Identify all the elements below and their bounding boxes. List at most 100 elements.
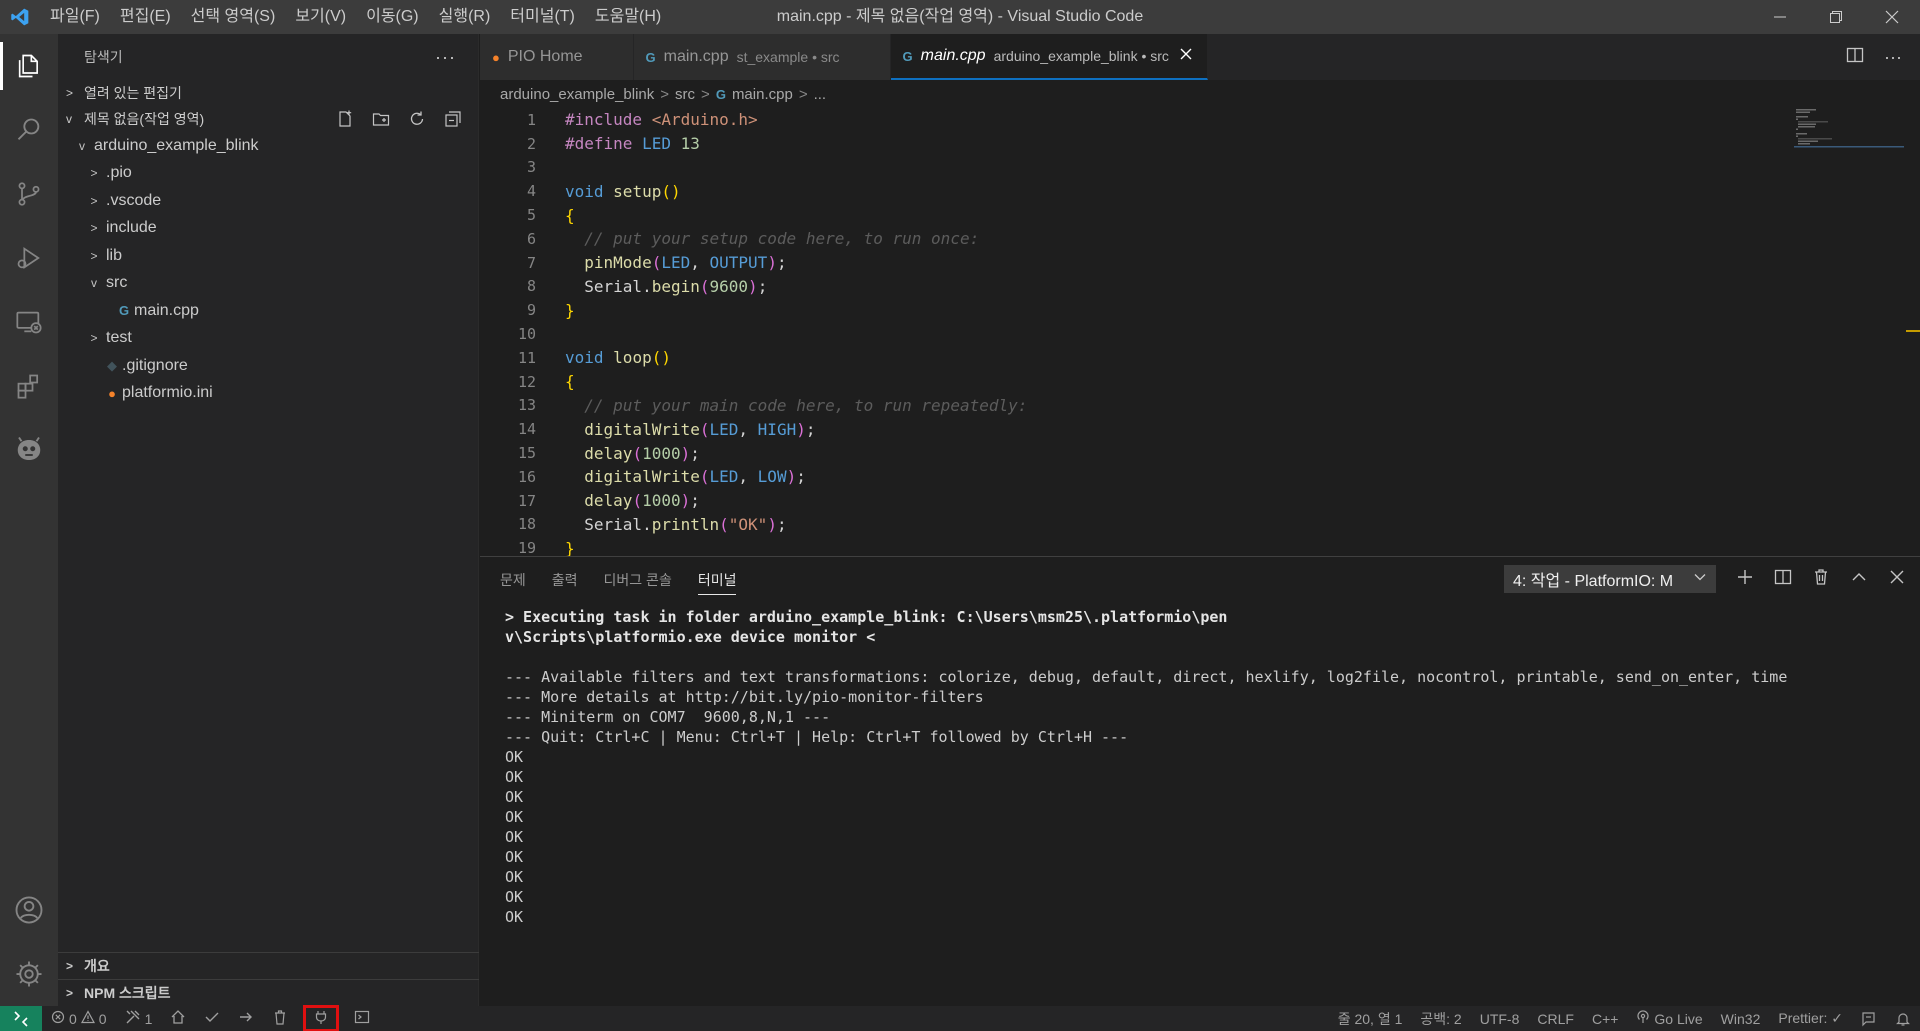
tree-item[interactable]: ● platformio.ini (58, 380, 478, 408)
panel-tab[interactable]: 출력 (552, 557, 578, 603)
manage-gear-icon[interactable] (0, 942, 58, 1006)
new-folder-icon[interactable] (370, 108, 392, 130)
cpp-file-icon: G (902, 48, 913, 64)
menu-item[interactable]: 터미널(T) (500, 0, 585, 34)
cursor-position[interactable]: 줄 20, 열 1 (1329, 1006, 1412, 1031)
pio-build-button[interactable] (195, 1006, 229, 1031)
npm-scripts-label: NPM 스크립트 (84, 985, 171, 1001)
go-live-button[interactable]: Go Live (1627, 1006, 1711, 1031)
split-editor-icon[interactable] (1846, 46, 1864, 69)
language-mode[interactable]: C++ (1583, 1006, 1627, 1031)
minimap[interactable] (1794, 108, 1904, 148)
workspace-section[interactable]: v 제목 없음(작업 영역) (58, 106, 478, 132)
code-text: pinMode(LED, OUTPUT); (584, 253, 787, 273)
tree-item[interactable]: > include (58, 215, 478, 243)
pio-terminal-button[interactable] (345, 1006, 379, 1031)
plug-icon (313, 1009, 329, 1028)
indentation-status[interactable]: 공백: 2 (1411, 1006, 1470, 1031)
more-actions-icon[interactable]: ··· (435, 47, 456, 68)
code-text: digitalWrite(LED, LOW); (584, 467, 806, 487)
platformio-icon[interactable] (0, 418, 58, 482)
remote-explorer-icon[interactable] (0, 290, 58, 354)
terminal-output[interactable]: > Executing task in folder arduino_examp… (480, 603, 1920, 927)
minimize-icon[interactable] (1752, 0, 1808, 34)
tab-label: main.cpp (920, 47, 986, 64)
tree-item[interactable]: > lib (58, 242, 478, 270)
problems-status[interactable]: 0 0 (42, 1006, 116, 1031)
source-control-icon[interactable] (0, 162, 58, 226)
code-text: #include <Arduino.h> (565, 110, 758, 130)
menu-item[interactable]: 파일(F) (40, 0, 110, 34)
new-terminal-icon[interactable] (1736, 568, 1754, 591)
chevron-right-icon: > (90, 331, 98, 346)
tree-item[interactable]: ◆ .gitignore (58, 352, 478, 380)
pio-serial-monitor-button[interactable] (303, 1005, 340, 1031)
editor-tab[interactable]: Gmain.cpp arduino_example_blink • src (890, 34, 1208, 80)
trash-icon[interactable] (1812, 568, 1830, 591)
breadcrumb-separator-icon: > (660, 85, 670, 103)
menu-item[interactable]: 이동(G) (356, 0, 429, 34)
tree-item[interactable]: v arduino_example_blink (58, 132, 478, 160)
extensions-icon[interactable] (0, 354, 58, 418)
explorer-icon[interactable] (0, 34, 58, 98)
outline-section[interactable]: > 개요 (58, 952, 479, 979)
accounts-icon[interactable] (0, 878, 58, 942)
new-file-icon[interactable] (334, 108, 356, 130)
code-editor[interactable]: 1 #include <Arduino.h> 2 #define LED 13 3 4 vo… (480, 108, 1920, 556)
breadcrumb-item[interactable]: main.cpp (732, 86, 793, 103)
remote-indicator-icon[interactable] (0, 1006, 42, 1031)
platform-status[interactable]: Win32 (1712, 1006, 1770, 1031)
chevron-down-icon: v (66, 112, 72, 126)
menu-item[interactable]: 선택 영역(S) (181, 0, 286, 34)
tree-item-label: platformio.ini (122, 384, 213, 402)
tools-icon (125, 1009, 141, 1028)
menu-item[interactable]: 편집(E) (110, 0, 181, 34)
open-editors-section[interactable]: > 열려 있는 편집기 (58, 80, 478, 106)
panel-tab[interactable]: 터미널 (697, 565, 737, 595)
split-terminal-icon[interactable] (1774, 568, 1792, 591)
editor-tab[interactable]: Gmain.cpp st_example • src (633, 34, 891, 80)
close-window-icon[interactable] (1864, 0, 1920, 34)
maximize-panel-icon[interactable] (1850, 568, 1868, 591)
encoding-status[interactable]: UTF-8 (1471, 1006, 1529, 1031)
warning-count: 0 (98, 1010, 107, 1027)
go-live-label: Go Live (1654, 1010, 1703, 1027)
more-actions-icon[interactable]: ··· (1884, 47, 1902, 68)
breadcrumb-separator-icon: > (798, 85, 808, 103)
menu-item[interactable]: 보기(V) (285, 0, 356, 34)
pio-home-button[interactable] (161, 1006, 195, 1031)
collapse-all-icon[interactable] (442, 108, 464, 130)
code-text: // put your setup code here, to run once… (584, 229, 980, 249)
tree-item[interactable]: > .vscode (58, 187, 478, 215)
terminal-line: OK (505, 868, 524, 886)
breadcrumb-item[interactable]: ... (814, 86, 827, 103)
panel-tab[interactable]: 디버그 콘솔 (604, 557, 672, 603)
menu-item[interactable]: 도움말(H) (585, 0, 671, 34)
panel-tab[interactable]: 문제 (500, 557, 526, 603)
run-debug-icon[interactable] (0, 226, 58, 290)
editor-tab[interactable]: ● PIO Home (480, 34, 634, 80)
search-icon[interactable] (0, 98, 58, 162)
breadcrumb-item[interactable]: src (675, 86, 695, 103)
close-tab-icon[interactable] (1179, 47, 1193, 66)
vscode-logo-icon (0, 0, 40, 34)
feedback-icon[interactable] (1852, 1006, 1886, 1031)
tree-item[interactable]: > .pio (58, 160, 478, 188)
tree-item[interactable]: v src (58, 270, 478, 298)
menu-item[interactable]: 실행(R) (429, 0, 501, 34)
tree-item[interactable]: > test (58, 325, 478, 353)
tree-item[interactable]: Gmain.cpp (58, 297, 478, 325)
breadcrumb-item[interactable]: arduino_example_blink (500, 86, 654, 103)
npm-scripts-section[interactable]: > NPM 스크립트 (58, 979, 479, 1006)
eol-status[interactable]: CRLF (1528, 1006, 1583, 1031)
pio-upload-button[interactable] (229, 1006, 263, 1031)
close-panel-icon[interactable] (1888, 568, 1906, 591)
pio-clean-button[interactable] (263, 1006, 297, 1031)
prettier-status[interactable]: Prettier: ✓ (1769, 1006, 1852, 1031)
tasks-status[interactable]: 1 (116, 1006, 162, 1031)
terminal-select[interactable]: 4: 작업 - PlatformIO: M (1504, 565, 1716, 593)
menu-bar: 파일(F) 편집(E) 선택 영역(S) 보기(V) 이동(G) 실행(R) 터미널(T) 도… (40, 0, 671, 34)
refresh-icon[interactable] (406, 108, 428, 130)
notifications-bell-icon[interactable] (1886, 1006, 1920, 1031)
restore-icon[interactable] (1808, 0, 1864, 34)
